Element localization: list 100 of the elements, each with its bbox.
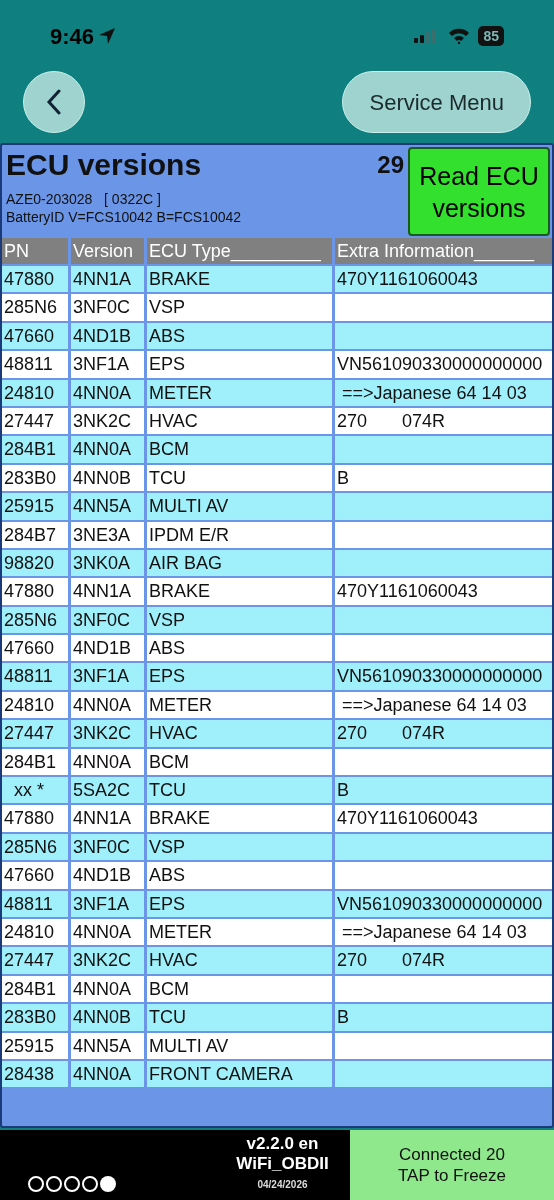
- table-cell: EPS: [147, 890, 332, 917]
- table-cell: 285N6: [2, 833, 68, 861]
- table-cell: 270 074R: [335, 947, 552, 974]
- table-cell: 3NK0A: [71, 549, 144, 577]
- service-menu-button[interactable]: Service Menu: [342, 71, 531, 133]
- table-cell: 25915: [2, 1032, 68, 1059]
- table-cell: 4ND1B: [71, 635, 144, 662]
- table-cell: 48811: [2, 890, 68, 917]
- table-cell: ABS: [147, 862, 332, 889]
- table-cell: 47880: [2, 266, 68, 293]
- table-cell: 3NK2C: [71, 720, 144, 747]
- table-cell: 284B7: [2, 521, 68, 548]
- table-cell: 470Y1161060043: [335, 578, 552, 605]
- table-cell: 4NN0A: [71, 436, 144, 463]
- table-cell: VN561090330000000000: [335, 890, 552, 917]
- table-cell: B: [335, 1004, 552, 1031]
- table-cell: 4NN0A: [71, 748, 144, 776]
- table-cell: VSP: [147, 294, 332, 321]
- table-cell: 28438: [2, 1060, 68, 1088]
- table-cell: 4NN1A: [71, 805, 144, 832]
- table-cell: 3NF0C: [71, 606, 144, 634]
- table-cell: 284B1: [2, 748, 68, 776]
- table-cell: VSP: [147, 833, 332, 861]
- table-cell: MULTI AV: [147, 493, 332, 520]
- battery-id-text: BatteryID V=FCS10042 B=FCS10042: [6, 208, 243, 226]
- date-text: 04/24/2026: [257, 1178, 308, 1192]
- table-cell: VN561090330000000000: [335, 663, 552, 690]
- table-cell: METER: [147, 691, 332, 719]
- column-header: PN: [2, 238, 68, 264]
- read-ecu-versions-button[interactable]: Read ECU versions: [408, 147, 550, 236]
- table-cell: 27447: [2, 947, 68, 974]
- table-cell: 4NN5A: [71, 1032, 144, 1059]
- connection-status-button[interactable]: Connected 20 TAP to Freeze: [350, 1130, 554, 1200]
- table-cell: 4NN0B: [71, 1004, 144, 1031]
- table-cell: BCM: [147, 975, 332, 1003]
- table-cell: 284B1: [2, 436, 68, 463]
- table-cell: 270 074R: [335, 407, 552, 435]
- table-cell: EPS: [147, 663, 332, 690]
- table-cell: BCM: [147, 436, 332, 463]
- ecu-count: 29: [377, 150, 405, 180]
- table-cell: 283B0: [2, 1004, 68, 1031]
- table-cell: ABS: [147, 322, 332, 350]
- table-cell: IPDM E/R: [147, 521, 332, 548]
- table-cell: HVAC: [147, 407, 332, 435]
- table-cell: 27447: [2, 407, 68, 435]
- table-cell: 25915: [2, 493, 68, 520]
- table-cell: BRAKE: [147, 578, 332, 605]
- table-cell: 4NN0A: [71, 379, 144, 406]
- table-cell: 47660: [2, 635, 68, 662]
- table-cell: BRAKE: [147, 805, 332, 832]
- table-cell: 4NN0A: [71, 975, 144, 1003]
- device-name: WiFi_OBDII: [236, 1154, 329, 1174]
- table-cell: 24810: [2, 919, 68, 946]
- location-arrow-icon: [98, 27, 117, 45]
- table-cell: 470Y1161060043: [335, 266, 552, 293]
- table-cell: BCM: [147, 748, 332, 776]
- table-cell: 98820: [2, 549, 68, 577]
- table-cell: 5SA2C: [71, 777, 144, 804]
- clock-time: 9:46: [50, 22, 95, 51]
- table-cell: 4ND1B: [71, 862, 144, 889]
- table-cell: ABS: [147, 635, 332, 662]
- column-header: ECU Type_________: [147, 238, 332, 264]
- table-cell: 47660: [2, 322, 68, 350]
- table-cell: ==>Japanese 64 14 03: [335, 379, 552, 406]
- table-cell: HVAC: [147, 947, 332, 974]
- table-cell: 285N6: [2, 294, 68, 321]
- table-cell: VN561090330000000000: [335, 351, 552, 378]
- table-cell: 4NN0B: [71, 464, 144, 492]
- table-cell: EPS: [147, 351, 332, 378]
- vehicle-id-text: AZE0-203028 [ 0322C ]: [6, 190, 162, 208]
- table-cell: 285N6: [2, 606, 68, 634]
- table-cell: HVAC: [147, 720, 332, 747]
- table-cell: BRAKE: [147, 266, 332, 293]
- table-cell: ==>Japanese 64 14 03: [335, 919, 552, 946]
- table-cell: TCU: [147, 1004, 332, 1031]
- table-cell: 4NN0A: [71, 1060, 144, 1088]
- table-cell: TCU: [147, 777, 332, 804]
- table-cell: ==>Japanese 64 14 03: [335, 691, 552, 719]
- wifi-icon: [448, 28, 471, 44]
- panel-title: ECU versions: [6, 147, 202, 183]
- table-cell: 3NF1A: [71, 890, 144, 917]
- table-cell: xx *: [2, 777, 68, 804]
- table-cell: 27447: [2, 720, 68, 747]
- version-text: v2.2.0 en: [246, 1134, 319, 1154]
- table-cell: 3NF1A: [71, 663, 144, 690]
- table-cell: 24810: [2, 379, 68, 406]
- column-header: Extra Information______: [335, 238, 552, 264]
- table-cell: 3NE3A: [71, 521, 144, 548]
- table-cell: 270 074R: [335, 720, 552, 747]
- table-cell: 4NN1A: [71, 578, 144, 605]
- table-cell: 3NF0C: [71, 833, 144, 861]
- table-cell: B: [335, 464, 552, 492]
- table-cell: TCU: [147, 464, 332, 492]
- table-cell: 4NN1A: [71, 266, 144, 293]
- table-cell: 48811: [2, 351, 68, 378]
- table-cell: VSP: [147, 606, 332, 634]
- table-cell: METER: [147, 919, 332, 946]
- table-cell: METER: [147, 379, 332, 406]
- table-cell: FRONT CAMERA: [147, 1060, 332, 1088]
- table-cell: 3NK2C: [71, 407, 144, 435]
